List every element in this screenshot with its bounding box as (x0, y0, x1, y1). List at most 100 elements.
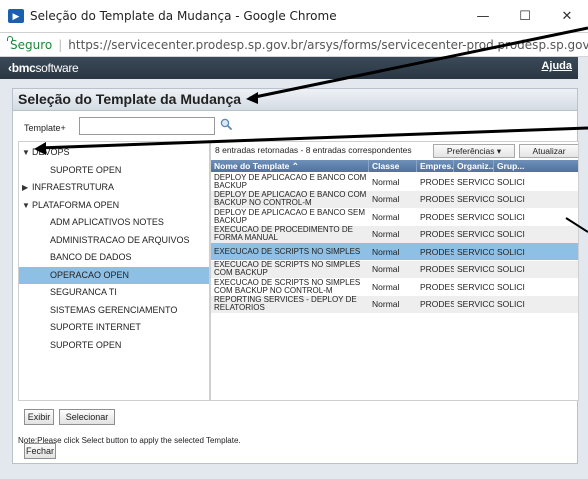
table-cell: SOLICI (497, 211, 525, 222)
column-header[interactable]: Classe (369, 160, 417, 172)
minimize-button[interactable]: — (462, 0, 504, 33)
table-cell: SOLICI (497, 281, 525, 292)
table-row[interactable]: DEPLOY DE APLICACAO E BANCO SEM BACKUP No… (211, 208, 578, 225)
table-cell: SERVICOS (457, 176, 494, 187)
table-cell: SERVICOS (457, 264, 494, 274)
table-cell: SOLICI (497, 229, 525, 239)
category-tree[interactable]: ▼ DEVOPS SUPORTE OPEN ▶ INFRAESTRUTURA ▼ PLATA… (18, 141, 210, 401)
close-button[interactable]: Fechar (24, 443, 56, 459)
expanded-arrow-icon[interactable]: ▼ (22, 197, 30, 214)
help-link[interactable]: Ajuda (541, 60, 572, 72)
table-cell: SOLICI (497, 299, 525, 309)
template-table: 8 entradas retornadas - 8 entradas corre… (210, 141, 579, 401)
tree-item[interactable]: ▼ PLATAFORMA OPEN (19, 197, 209, 214)
table-cell: PRODESP (420, 281, 454, 292)
table-cell: SERVICOS (457, 281, 494, 292)
column-header[interactable]: Empres... (417, 160, 454, 172)
table-row[interactable]: EXECUCAO DE PROCEDIMENTO DE FORMA MANUAL… (211, 225, 578, 243)
table-cell: EXECUCAO DE SCRIPTS NO SIMPLES (214, 246, 361, 256)
tree-item-label: SUPORTE OPEN (50, 339, 122, 350)
address-bar[interactable]: Seguro | https://servicecenter.prodesp.s… (0, 33, 588, 57)
tree-item-label: SUPORTE OPEN (50, 164, 122, 175)
tree-item-label: BANCO DE DADOS (50, 252, 132, 262)
help-note: Note:Please click Select button to apply… (18, 436, 241, 445)
table-cell: EXECUCAO DE SCRIPTS NO SIMPLES COM BACKU… (214, 278, 361, 295)
close-window-button[interactable]: ✕ (546, 0, 588, 33)
table-cell: DEPLOY DE APLICACAO E BANCO SEM BACKUP (214, 208, 366, 225)
url-text[interactable]: https://servicecenter.prodesp.sp.gov.br/… (68, 38, 588, 52)
tree-item[interactable]: SEGURANCA TI (19, 284, 209, 301)
search-icon[interactable] (220, 118, 232, 130)
table-row[interactable]: EXECUCAO DE SCRIPTS NO SIMPLES COM BACKU… (211, 260, 578, 278)
tree-item-label: SUPORTE INTERNET (50, 322, 141, 332)
table-cell: Normal (372, 176, 400, 187)
tree-item[interactable]: ADMINISTRACAO DE ARQUIVOS (19, 232, 209, 249)
table-cell: Normal (372, 194, 400, 204)
table-cell: EXECUCAO DE SCRIPTS NO SIMPLES COM BACKU… (214, 260, 361, 277)
address-separator: | (58, 37, 63, 52)
table-cell: SERVICOS (457, 229, 494, 239)
bmc-logo: ‹bmcsoftware (8, 61, 79, 75)
table-cell: PRODESP (420, 246, 454, 257)
table-cell: PRODESP (420, 264, 454, 274)
app-icon: ▶ (8, 9, 24, 23)
template-input[interactable] (79, 117, 215, 135)
tree-item-label: PLATAFORMA OPEN (32, 199, 120, 210)
refresh-button[interactable]: Atualizar (519, 144, 578, 158)
tree-item[interactable]: SUPORTE OPEN (19, 162, 209, 179)
table-cell: Normal (372, 229, 400, 239)
tree-item-label: OPERACAO OPEN (50, 269, 130, 280)
collapsed-arrow-icon[interactable]: ▶ (22, 179, 28, 196)
tree-item[interactable]: SUPORTE OPEN (19, 337, 209, 354)
column-header[interactable]: Organiz... (454, 160, 494, 172)
tree-item[interactable]: BANCO DE DADOS (19, 249, 209, 266)
table-row[interactable]: EXECUCAO DE SCRIPTS NO SIMPLES Normal PROD… (211, 243, 578, 260)
table-cell: REPORTING SERVICES - DEPLOY DE RELATORIO… (214, 295, 357, 312)
table-row[interactable]: DEPLOY DE APLICACAO E BANCO COM BACKUP No… (211, 173, 578, 190)
table-cell: SOLICI (497, 246, 525, 257)
table-cell: EXECUCAO DE PROCEDIMENTO DE FORMA MANUAL (214, 225, 353, 242)
tree-item[interactable]: ▼ DEVOPS (19, 144, 209, 161)
column-header[interactable]: Nome do Template ⌃ (211, 160, 369, 172)
table-cell: DEPLOY DE APLICACAO E BANCO COM BACKUP N… (214, 190, 367, 207)
view-button[interactable]: Exibir (24, 409, 54, 425)
table-header: Nome do Template ⌃ClasseEmpres...Organiz… (211, 160, 578, 172)
maximize-button[interactable]: ☐ (504, 0, 546, 33)
expanded-arrow-icon[interactable]: ▼ (22, 144, 30, 161)
table-cell: SOLICI (497, 194, 525, 204)
table-toolbar: 8 entradas retornadas - 8 entradas corre… (211, 142, 578, 159)
table-cell: PRODESP (420, 211, 454, 222)
tree-item-label: ADMINISTRACAO DE ARQUIVOS (50, 234, 190, 245)
column-header[interactable]: Grup... (494, 160, 578, 172)
table-cell: SERVICOS (457, 194, 494, 204)
table-row[interactable]: DEPLOY DE APLICACAO E BANCO COM BACKUP N… (211, 190, 578, 208)
template-selection-dialog: Seleção do Template da Mudança Template+… (12, 88, 579, 464)
table-row[interactable]: REPORTING SERVICES - DEPLOY DE RELATORIO… (211, 295, 578, 313)
table-cell: Normal (372, 246, 400, 257)
tree-item[interactable]: SUPORTE INTERNET (19, 319, 209, 336)
tree-item-label: ADM APLICATIVOS NOTES (50, 217, 164, 227)
bmc-logo-suffix: software (35, 61, 79, 75)
tree-item-label: DEVOPS (32, 147, 70, 157)
table-cell: PRODESP (420, 194, 454, 204)
page-title: Seleção do Template da Mudança (18, 91, 242, 107)
window-scrollbar[interactable] (578, 57, 588, 479)
table-cell: Normal (372, 299, 400, 309)
entry-count: 8 entradas retornadas - 8 entradas corre… (215, 145, 412, 155)
tree-item-label: SISTEMAS GERENCIAMENTO (50, 304, 178, 315)
tree-item[interactable]: SISTEMAS GERENCIAMENTO (19, 302, 209, 319)
table-cell: Normal (372, 211, 400, 222)
select-button[interactable]: Selecionar (59, 409, 115, 425)
table-row[interactable]: EXECUCAO DE SCRIPTS NO SIMPLES COM BACKU… (211, 278, 578, 295)
tree-item[interactable]: OPERACAO OPEN (19, 266, 209, 284)
tree-item-label: SEGURANCA TI (50, 287, 117, 297)
tree-item[interactable]: ▶ INFRAESTRUTURA (19, 179, 209, 196)
table-cell: SOLICI (497, 264, 525, 274)
tree-item[interactable]: ADM APLICATIVOS NOTES (19, 214, 209, 231)
table-cell: Normal (372, 264, 400, 274)
template-label: Template+ (24, 123, 66, 133)
preferences-button[interactable]: Preferências ▾ (433, 144, 515, 158)
table-cell: PRODESP (420, 229, 454, 239)
tree-item-label: INFRAESTRUTURA (32, 182, 115, 192)
table-cell: SERVICOS (457, 299, 494, 309)
